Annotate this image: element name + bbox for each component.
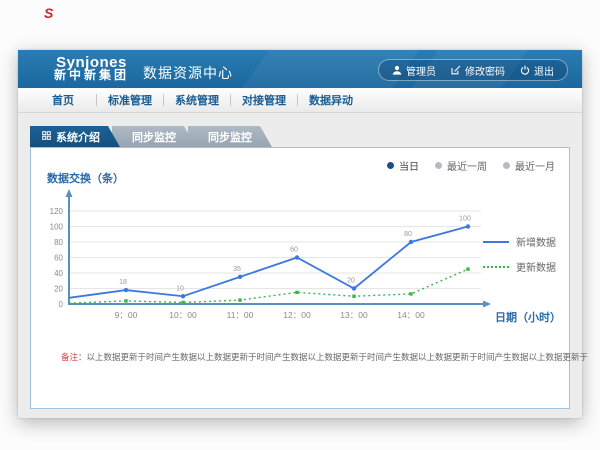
nav-item-data-change[interactable]: 数据异动	[298, 92, 364, 108]
current-user-label: 管理员	[406, 63, 436, 78]
radio-icon	[387, 162, 394, 169]
filter-label: 最近一月	[515, 158, 555, 173]
svg-text:100: 100	[459, 216, 471, 223]
svg-text:40: 40	[54, 269, 63, 278]
svg-text:20: 20	[347, 278, 355, 285]
tab-label: 同步监控	[132, 129, 176, 145]
svg-text:120: 120	[50, 207, 64, 216]
svg-text:100: 100	[50, 223, 64, 232]
footnote-text: ：以上数据更新于时间产生数据以上数据更新于时间产生数据以上数据更新于时间产生数据…	[78, 352, 588, 362]
logout-label: 退出	[534, 63, 554, 78]
nav-item-standard-mgmt[interactable]: 标准管理	[97, 92, 163, 108]
user-toolbar: 管理员 修改密码 退出	[378, 59, 568, 81]
nav-item-home[interactable]: 首页	[30, 92, 96, 108]
nav-item-system-mgmt[interactable]: 系统管理	[164, 92, 230, 108]
solid-line-swatch	[483, 241, 509, 243]
power-icon	[520, 65, 530, 75]
x-axis-title: 日期（小时）	[495, 309, 561, 325]
app-header: Synjones 新中新集团 数据资源中心 管理员 修改密码 退出	[18, 50, 582, 88]
svg-text:0: 0	[59, 300, 64, 309]
legend-label: 新增数据	[516, 234, 556, 249]
filter-today[interactable]: 当日	[387, 158, 419, 173]
svg-text:35: 35	[233, 266, 241, 273]
radio-icon	[435, 162, 442, 169]
content-tabs: 系统介绍 同步监控 同步监控	[30, 126, 272, 147]
tab-sync-monitor-2[interactable]: 同步监控	[188, 126, 272, 147]
svg-text:80: 80	[404, 231, 412, 238]
svg-text:13：00: 13：00	[340, 310, 368, 320]
svg-text:12：00: 12：00	[283, 310, 311, 320]
logout-button[interactable]: 退出	[520, 63, 554, 78]
filter-last-month[interactable]: 最近一月	[503, 158, 555, 173]
footnote-label: 备注	[61, 352, 78, 362]
page-title: 数据资源中心	[143, 63, 233, 83]
svg-text:60: 60	[290, 247, 298, 254]
tab-label: 系统介绍	[56, 129, 100, 145]
change-password-button[interactable]: 修改密码	[451, 63, 505, 78]
svg-text:9：00: 9：00	[115, 310, 138, 320]
svg-text:10：00: 10：00	[169, 310, 197, 320]
svg-text:80: 80	[54, 238, 63, 247]
filter-last-week[interactable]: 最近一周	[435, 158, 487, 173]
svg-text:18: 18	[119, 279, 127, 286]
filter-label: 当日	[399, 158, 419, 173]
radio-icon	[503, 162, 510, 169]
svg-text:10: 10	[176, 285, 184, 292]
chart-panel: 当日 最近一周 最近一月 数据交换（条） 0204060801001209：00…	[30, 147, 570, 409]
legend-label: 更新数据	[516, 259, 556, 274]
exchange-line-chart: 0 20 40 60 80 100 120 9：00 10：00 11：00 12：00 13：00 1…	[35, 184, 505, 334]
tab-sync-monitor-1[interactable]: 同步监控	[112, 126, 196, 147]
tab-system-intro[interactable]: 系统介绍	[30, 126, 120, 147]
current-user-button[interactable]: 管理员	[392, 63, 436, 78]
svg-text:11：00: 11：00	[227, 310, 254, 320]
grid-icon	[42, 131, 51, 143]
main-nav: 首页 标准管理 系统管理 对接管理 数据异动	[18, 88, 582, 113]
svg-text:60: 60	[54, 254, 63, 263]
brand-name-cn: 新中新集团	[54, 69, 129, 82]
chart-legend: 新增数据 更新数据	[483, 234, 556, 274]
footnote: 备注：以上数据更新于时间产生数据以上数据更新于时间产生数据以上数据更新于时间产生…	[61, 351, 561, 363]
user-icon	[392, 65, 402, 75]
synjones-mark-icon: S	[44, 6, 53, 20]
edit-icon	[451, 65, 461, 75]
legend-item-update-data: 更新数据	[483, 259, 556, 274]
nav-item-interface-mgmt[interactable]: 对接管理	[231, 92, 297, 108]
tab-label: 同步监控	[208, 129, 252, 145]
brand-logo: Synjones 新中新集团	[54, 56, 129, 82]
app-window: Synjones 新中新集团 数据资源中心 管理员 修改密码 退出	[18, 50, 582, 418]
svg-text:14：00: 14：00	[397, 310, 425, 320]
svg-text:20: 20	[54, 285, 63, 294]
change-password-label: 修改密码	[465, 63, 505, 78]
dotted-line-swatch	[483, 266, 509, 268]
range-filters: 当日 最近一周 最近一月	[387, 158, 555, 173]
legend-item-new-data: 新增数据	[483, 234, 556, 249]
filter-label: 最近一周	[447, 158, 487, 173]
